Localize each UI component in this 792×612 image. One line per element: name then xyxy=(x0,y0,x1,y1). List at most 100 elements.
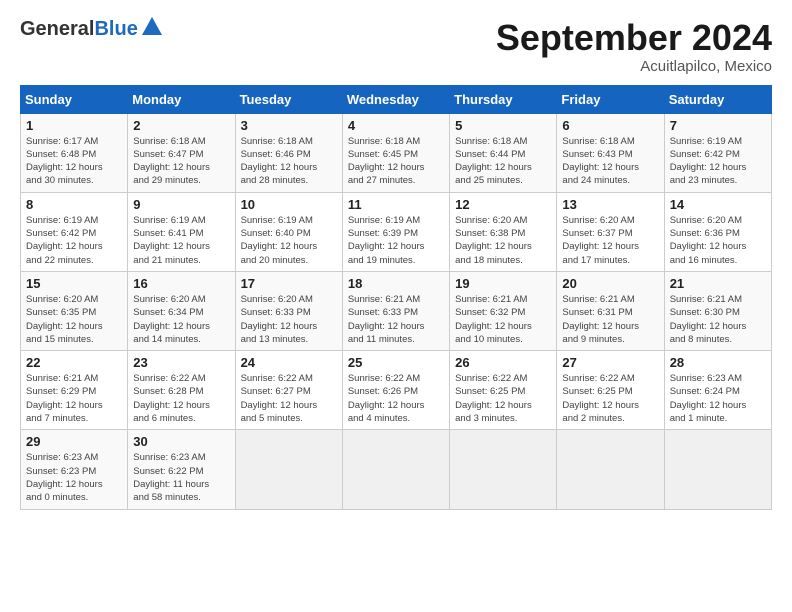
day-detail: Sunrise: 6:18 AMSunset: 6:43 PMDaylight:… xyxy=(562,135,658,188)
day-detail: Sunrise: 6:20 AMSunset: 6:35 PMDaylight:… xyxy=(26,293,122,346)
calendar-cell: 3 Sunrise: 6:18 AMSunset: 6:46 PMDaylight… xyxy=(235,113,342,192)
day-detail: Sunrise: 6:18 AMSunset: 6:44 PMDaylight:… xyxy=(455,135,551,188)
logo-general: General xyxy=(20,18,94,40)
day-number: 9 xyxy=(133,197,229,212)
day-detail: Sunrise: 6:19 AMSunset: 6:39 PMDaylight:… xyxy=(348,214,444,267)
title-block: September 2024 Acuitlapilco, Mexico xyxy=(496,18,772,75)
day-number: 5 xyxy=(455,118,551,133)
day-detail: Sunrise: 6:18 AMSunset: 6:45 PMDaylight:… xyxy=(348,135,444,188)
calendar-cell: 14Sunrise: 6:20 AMSunset: 6:36 PMDayligh… xyxy=(664,192,771,271)
day-number: 22 xyxy=(26,355,122,370)
calendar-cell: 13 Sunrise: 6:20 AMSunset: 6:37 PMDayligh… xyxy=(557,192,664,271)
day-detail: Sunrise: 6:20 AMSunset: 6:34 PMDaylight:… xyxy=(133,293,229,346)
calendar-cell xyxy=(557,430,664,509)
day-number: 7 xyxy=(670,118,766,133)
day-number: 26 xyxy=(455,355,551,370)
calendar-cell: 23 Sunrise: 6:22 AMSunset: 6:28 PMDayligh… xyxy=(128,351,235,430)
calendar-cell xyxy=(450,430,557,509)
day-number: 1 xyxy=(26,118,122,133)
day-detail: Sunrise: 6:20 AMSunset: 6:38 PMDaylight:… xyxy=(455,214,551,267)
day-number: 15 xyxy=(26,276,122,291)
day-number: 16 xyxy=(133,276,229,291)
calendar-cell: 7Sunrise: 6:19 AMSunset: 6:42 PMDaylight… xyxy=(664,113,771,192)
calendar-cell: 18 Sunrise: 6:21 AMSunset: 6:33 PMDayligh… xyxy=(342,271,449,350)
calendar-cell: 10 Sunrise: 6:19 AMSunset: 6:40 PMDayligh… xyxy=(235,192,342,271)
calendar-cell xyxy=(235,430,342,509)
day-header-thursday: Thursday xyxy=(450,85,557,113)
day-detail: Sunrise: 6:20 AMSunset: 6:37 PMDaylight:… xyxy=(562,214,658,267)
day-number: 13 xyxy=(562,197,658,212)
calendar-cell: 20Sunrise: 6:21 AMSunset: 6:31 PMDayligh… xyxy=(557,271,664,350)
day-detail: Sunrise: 6:21 AMSunset: 6:31 PMDaylight:… xyxy=(562,293,658,346)
day-number: 10 xyxy=(241,197,337,212)
day-number: 24 xyxy=(241,355,337,370)
day-detail: Sunrise: 6:18 AMSunset: 6:47 PMDaylight:… xyxy=(133,135,229,188)
day-number: 30 xyxy=(133,434,229,449)
day-number: 8 xyxy=(26,197,122,212)
logo-blue: Blue xyxy=(94,18,137,40)
day-detail: Sunrise: 6:19 AMSunset: 6:40 PMDaylight:… xyxy=(241,214,337,267)
day-number: 27 xyxy=(562,355,658,370)
day-header-monday: Monday xyxy=(128,85,235,113)
header: GeneralBlue September 2024 Acuitlapilco,… xyxy=(20,18,772,75)
day-detail: Sunrise: 6:22 AMSunset: 6:27 PMDaylight:… xyxy=(241,372,337,425)
day-detail: Sunrise: 6:22 AMSunset: 6:26 PMDaylight:… xyxy=(348,372,444,425)
calendar-cell: 24 Sunrise: 6:22 AMSunset: 6:27 PMDayligh… xyxy=(235,351,342,430)
logo: GeneralBlue xyxy=(20,18,162,41)
day-number: 21 xyxy=(670,276,766,291)
day-header-tuesday: Tuesday xyxy=(235,85,342,113)
calendar-cell: 5 Sunrise: 6:18 AMSunset: 6:44 PMDaylight… xyxy=(450,113,557,192)
calendar-table: SundayMondayTuesdayWednesdayThursdayFrid… xyxy=(20,85,772,510)
day-number: 12 xyxy=(455,197,551,212)
calendar-cell: 9 Sunrise: 6:19 AMSunset: 6:41 PMDaylight… xyxy=(128,192,235,271)
calendar-cell: 19Sunrise: 6:21 AMSunset: 6:32 PMDayligh… xyxy=(450,271,557,350)
calendar-cell: 21 Sunrise: 6:21 AMSunset: 6:30 PMDayligh… xyxy=(664,271,771,350)
day-header-saturday: Saturday xyxy=(664,85,771,113)
day-number: 18 xyxy=(348,276,444,291)
calendar-cell: 27Sunrise: 6:22 AMSunset: 6:25 PMDayligh… xyxy=(557,351,664,430)
calendar-cell: 4Sunrise: 6:18 AMSunset: 6:45 PMDaylight… xyxy=(342,113,449,192)
day-number: 29 xyxy=(26,434,122,449)
calendar-cell: 15 Sunrise: 6:20 AMSunset: 6:35 PMDayligh… xyxy=(21,271,128,350)
calendar-cell: 22 Sunrise: 6:21 AMSunset: 6:29 PMDayligh… xyxy=(21,351,128,430)
day-detail: Sunrise: 6:21 AMSunset: 6:33 PMDaylight:… xyxy=(348,293,444,346)
calendar-cell: 12 Sunrise: 6:20 AMSunset: 6:38 PMDayligh… xyxy=(450,192,557,271)
calendar-cell: 11 Sunrise: 6:19 AMSunset: 6:39 PMDayligh… xyxy=(342,192,449,271)
day-number: 28 xyxy=(670,355,766,370)
logo-icon xyxy=(142,17,162,37)
day-detail: Sunrise: 6:21 AMSunset: 6:32 PMDaylight:… xyxy=(455,293,551,346)
week-row-5: 29 Sunrise: 6:23 AMSunset: 6:23 PMDayligh… xyxy=(21,430,772,509)
calendar-cell: 25 Sunrise: 6:22 AMSunset: 6:26 PMDayligh… xyxy=(342,351,449,430)
week-row-1: 1Sunrise: 6:17 AMSunset: 6:48 PMDaylight… xyxy=(21,113,772,192)
logo-text: GeneralBlue xyxy=(20,18,138,41)
day-detail: Sunrise: 6:19 AMSunset: 6:42 PMDaylight:… xyxy=(26,214,122,267)
page: GeneralBlue September 2024 Acuitlapilco,… xyxy=(0,0,792,520)
month-title: September 2024 xyxy=(496,18,772,58)
calendar-cell xyxy=(664,430,771,509)
day-number: 14 xyxy=(670,197,766,212)
calendar-cell: 29 Sunrise: 6:23 AMSunset: 6:23 PMDayligh… xyxy=(21,430,128,509)
calendar-cell: 17Sunrise: 6:20 AMSunset: 6:33 PMDayligh… xyxy=(235,271,342,350)
day-detail: Sunrise: 6:22 AMSunset: 6:28 PMDaylight:… xyxy=(133,372,229,425)
calendar-cell: 8 Sunrise: 6:19 AMSunset: 6:42 PMDaylight… xyxy=(21,192,128,271)
day-detail: Sunrise: 6:18 AMSunset: 6:46 PMDaylight:… xyxy=(241,135,337,188)
day-header-wednesday: Wednesday xyxy=(342,85,449,113)
week-row-3: 15 Sunrise: 6:20 AMSunset: 6:35 PMDayligh… xyxy=(21,271,772,350)
day-detail: Sunrise: 6:23 AMSunset: 6:23 PMDaylight:… xyxy=(26,451,122,504)
calendar-cell: 26Sunrise: 6:22 AMSunset: 6:25 PMDayligh… xyxy=(450,351,557,430)
week-row-2: 8 Sunrise: 6:19 AMSunset: 6:42 PMDaylight… xyxy=(21,192,772,271)
day-detail: Sunrise: 6:21 AMSunset: 6:29 PMDaylight:… xyxy=(26,372,122,425)
day-detail: Sunrise: 6:21 AMSunset: 6:30 PMDaylight:… xyxy=(670,293,766,346)
day-number: 3 xyxy=(241,118,337,133)
calendar-cell: 28Sunrise: 6:23 AMSunset: 6:24 PMDayligh… xyxy=(664,351,771,430)
day-number: 11 xyxy=(348,197,444,212)
day-number: 25 xyxy=(348,355,444,370)
header-row: SundayMondayTuesdayWednesdayThursdayFrid… xyxy=(21,85,772,113)
day-number: 23 xyxy=(133,355,229,370)
day-number: 6 xyxy=(562,118,658,133)
day-detail: Sunrise: 6:20 AMSunset: 6:33 PMDaylight:… xyxy=(241,293,337,346)
day-detail: Sunrise: 6:23 AMSunset: 6:22 PMDaylight:… xyxy=(133,451,229,504)
day-detail: Sunrise: 6:19 AMSunset: 6:41 PMDaylight:… xyxy=(133,214,229,267)
calendar-cell: 6 Sunrise: 6:18 AMSunset: 6:43 PMDaylight… xyxy=(557,113,664,192)
location-title: Acuitlapilco, Mexico xyxy=(496,58,772,75)
